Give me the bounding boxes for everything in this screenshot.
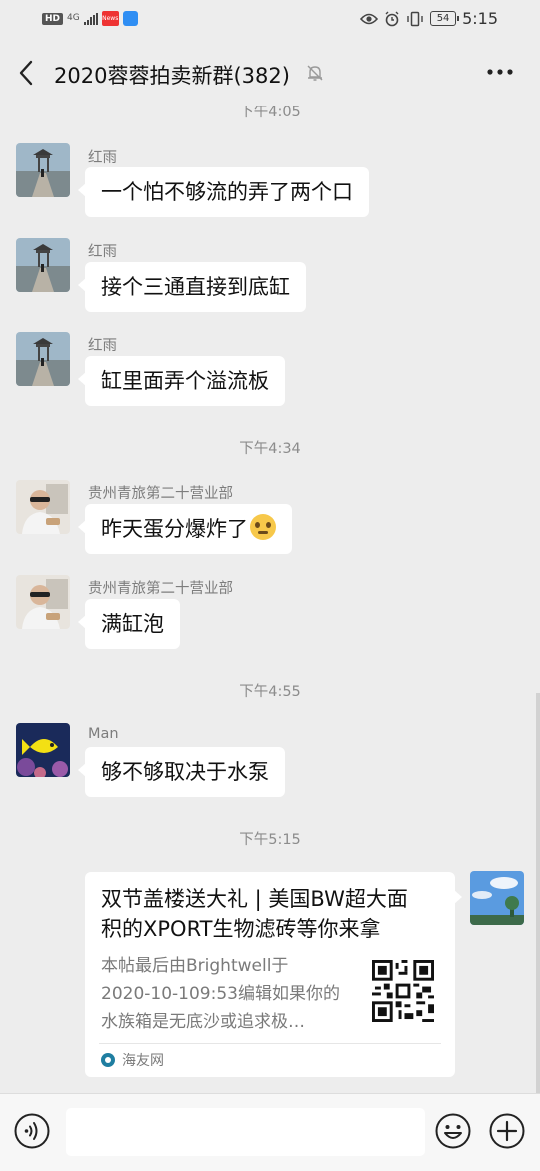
avatar-hongyu[interactable]: [16, 238, 70, 292]
avatar-guizhou[interactable]: [16, 480, 70, 534]
message-bubble[interactable]: 满缸泡: [78, 599, 180, 649]
avatar-guizhou[interactable]: [16, 575, 70, 629]
woozy-face-emoji: [250, 514, 276, 540]
avatar-hongyu[interactable]: [16, 332, 70, 386]
avatar-hongyu[interactable]: [16, 143, 70, 197]
message-text: 昨天蛋分爆炸了: [101, 517, 248, 541]
vibrate-icon: [407, 11, 423, 26]
sender-name: 贵州青旅第二十营业部: [88, 581, 233, 597]
timestamp-clip: 下午4:05: [0, 106, 540, 120]
link-card-description: 本帖最后由Brightwell于 2020-10-109:53编辑如果你的 水族…: [101, 956, 340, 1032]
battery-indicator: 54: [430, 11, 460, 26]
sender-name: Man: [88, 726, 119, 742]
avatar-man[interactable]: [16, 723, 70, 777]
bell-muted-icon: [307, 65, 323, 81]
link-card[interactable]: 双节盖楼送大礼 | 美国BW超大面 积的XPORT生物滤砖等你来拿 本帖最后由B…: [85, 872, 462, 1077]
emoji-icon[interactable]: [435, 1113, 471, 1149]
chat-title: 2020蓉蓉拍卖新群(382): [54, 64, 290, 88]
timestamp: 下午4:34: [239, 441, 301, 457]
status-right: 54 5:15: [360, 9, 498, 28]
link-card-source: 海友网: [101, 1050, 164, 1070]
hd-badge: HD: [42, 12, 64, 25]
status-bar: HD 4G News 54 5:15: [0, 0, 540, 40]
sender-name: 红雨: [88, 244, 117, 260]
clock: 5:15: [462, 9, 498, 28]
timestamp: 下午4:55: [239, 684, 301, 700]
status-left: HD 4G News: [42, 11, 138, 26]
sender-name: 红雨: [88, 150, 117, 166]
divider: [99, 1043, 441, 1044]
timestamp: 下午5:15: [239, 832, 301, 848]
voice-icon[interactable]: [14, 1113, 50, 1149]
qr-code-image: [372, 960, 434, 1022]
message-bubble[interactable]: 接个三通直接到底缸: [78, 262, 306, 312]
message-bubble[interactable]: 够不够取决于水泵: [78, 747, 285, 797]
sender-name: 贵州青旅第二十营业部: [88, 486, 233, 502]
plus-icon[interactable]: [489, 1113, 525, 1149]
chat-header: 2020蓉蓉拍卖新群(382): [0, 40, 540, 106]
input-bar: [0, 1093, 540, 1171]
source-app-icon: [101, 1053, 115, 1067]
message-bubble[interactable]: 昨天蛋分爆炸了: [78, 504, 292, 554]
message-input[interactable]: [66, 1108, 425, 1156]
timestamp: 下午4:05: [239, 106, 301, 120]
alarm-icon: [385, 11, 399, 26]
message-bubble[interactable]: 缸里面弄个溢流板: [78, 356, 285, 406]
network-type: 4G: [67, 13, 80, 23]
back-arrow-icon[interactable]: [14, 56, 40, 90]
scrollbar-thumb[interactable]: [536, 693, 540, 1093]
sender-name: 红雨: [88, 338, 117, 354]
more-dots-icon[interactable]: [486, 62, 514, 82]
news-app-icon: News: [101, 11, 119, 26]
notification-app-icon: [122, 11, 138, 26]
link-card-title: 双节盖楼送大礼 | 美国BW超大面 积的XPORT生物滤砖等你来拿: [101, 887, 408, 941]
signal-icon: [83, 12, 98, 25]
avatar-self[interactable]: [470, 871, 524, 925]
message-bubble[interactable]: 一个怕不够流的弄了两个口: [78, 167, 369, 217]
source-name: 海友网: [122, 1053, 164, 1069]
eye-icon: [360, 13, 379, 24]
